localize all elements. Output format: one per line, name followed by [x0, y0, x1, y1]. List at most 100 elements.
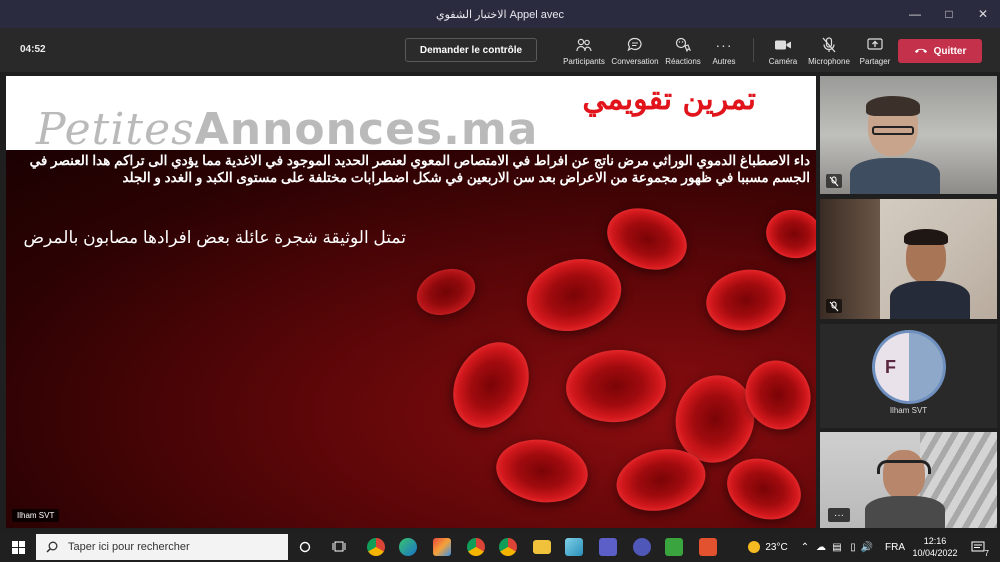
participant-video [850, 96, 940, 194]
notification-icon [971, 541, 985, 551]
cortana-button[interactable] [294, 532, 316, 562]
tray-chevron-icon[interactable]: ⌃ [798, 532, 812, 562]
presenter-name: Ilham SVT [12, 509, 60, 522]
blood-cell [438, 328, 544, 442]
muted-mic-icon [826, 174, 842, 188]
blood-cell [598, 197, 696, 281]
conversation-label: Conversation [611, 57, 659, 66]
powerpoint-icon [633, 538, 651, 556]
clock-date: 10/04/2022 [912, 548, 958, 558]
blood-cell [762, 205, 816, 263]
notifications-button[interactable]: 7 [966, 532, 990, 562]
slide-paragraph: داء الاصطباغ الدموي الوراثي مرض ناتج عن … [29, 153, 810, 185]
blood-cell [492, 433, 592, 509]
camtasia-icon [665, 538, 683, 556]
participant-video-tile[interactable] [820, 199, 997, 319]
camera-icon [774, 36, 792, 53]
more-actions-button[interactable]: ··· Autres [697, 36, 751, 67]
maximize-icon[interactable]: □ [932, 0, 966, 28]
call-timer: 04:52 [20, 44, 46, 55]
volume-icon[interactable]: 🔊 [860, 532, 874, 562]
notes-app[interactable] [562, 532, 586, 562]
participant-name: Ilham SVT [889, 406, 928, 415]
windows-start-button[interactable] [4, 532, 32, 562]
slide-document-caption: تمتل الوثيقة شجرة عائلة بعض افرادها مصاب… [23, 228, 407, 247]
quit-label: Quitter [933, 45, 967, 57]
request-control-button[interactable]: Demander le contrôle [405, 38, 537, 62]
participant-video-tile[interactable]: ··· [820, 432, 997, 528]
blood-cell [563, 345, 669, 427]
task-view-button[interactable] [328, 532, 350, 562]
cloud-icon[interactable]: ☁ [814, 532, 828, 562]
search-icon [46, 541, 58, 553]
quit-call-button[interactable]: Quitter [898, 39, 982, 63]
notification-count: 7 [984, 549, 989, 558]
chrome-icon [499, 538, 517, 556]
camtasia-app[interactable] [662, 532, 686, 562]
blood-cell [701, 263, 791, 337]
search-input[interactable] [68, 541, 268, 553]
chrome-icon [367, 538, 385, 556]
paint-app[interactable] [430, 532, 454, 562]
mic-off-icon [822, 36, 836, 53]
blood-cell [518, 248, 630, 342]
more-label: Autres [712, 57, 736, 66]
meeting-toolbar: 04:52 Demander le contrôle Participants … [0, 28, 1000, 72]
close-icon[interactable]: ✕ [966, 0, 1000, 28]
avatar-initial: F [875, 333, 943, 401]
chrome-profile-app[interactable] [464, 532, 488, 562]
muted-mic-icon [826, 299, 842, 313]
powerpoint-app[interactable] [630, 532, 654, 562]
more-icon: ··· [715, 36, 733, 53]
share-button[interactable]: Partager [848, 36, 902, 66]
reactions-label: Réactions [665, 57, 701, 66]
folder-icon [533, 540, 551, 554]
paint-icon [433, 538, 451, 556]
chrome-app[interactable] [364, 532, 388, 562]
recorder-app[interactable] [696, 532, 720, 562]
taskbar-clock[interactable]: 12:16 10/04/2022 [906, 535, 964, 559]
windows-taskbar: 23°C ⌃ ☁ ▤ ▯ 🔊 FRA 12:16 10/04/2022 7 [0, 532, 1000, 562]
temperature: 23°C [765, 541, 788, 553]
participants-label: Participants [563, 57, 605, 66]
taskbar-search[interactable] [36, 534, 288, 560]
participants-button[interactable]: Participants [557, 36, 611, 66]
recorder-icon [699, 538, 717, 556]
weather-widget[interactable]: 23°C [740, 532, 796, 562]
file-explorer-app[interactable] [530, 532, 554, 562]
task-view-icon [332, 541, 346, 552]
shared-screen: PetitesAnnonces.ma تمرين تقويمي داء الاص… [6, 76, 816, 528]
participant-video-tile[interactable] [820, 76, 997, 194]
toolbar-divider [753, 38, 754, 62]
blood-cell [410, 261, 482, 323]
edge-app[interactable] [396, 532, 420, 562]
window-titlebar: الاختبار الشفوي Appel avec — □ ✕ [0, 0, 1000, 28]
minimize-icon[interactable]: — [898, 0, 932, 28]
share-icon [867, 36, 883, 53]
network-icon[interactable]: ▤ [830, 532, 844, 562]
chat-icon [627, 36, 643, 53]
window-title: الاختبار الشفوي Appel avec [435, 8, 565, 21]
hangup-icon [914, 46, 928, 57]
slide-title: تمرين تقويمي [582, 82, 756, 117]
reactions-icon [675, 36, 691, 53]
chrome-profile-2-app[interactable] [496, 532, 520, 562]
chrome-icon [467, 538, 485, 556]
blood-cell [717, 447, 811, 528]
teams-app[interactable] [596, 532, 620, 562]
watermark: PetitesAnnonces.ma [36, 104, 539, 155]
conversation-button[interactable]: Conversation [608, 36, 662, 66]
window-controls: — □ ✕ [898, 0, 1000, 28]
battery-icon[interactable]: ▯ [846, 532, 860, 562]
participant-more-button[interactable]: ··· [828, 508, 850, 522]
share-label: Partager [859, 57, 891, 66]
language-indicator[interactable]: FRA [884, 532, 906, 562]
avatar: F [872, 330, 946, 404]
notes-icon [565, 538, 583, 556]
edge-icon [399, 538, 417, 556]
teams-icon [599, 538, 617, 556]
cortana-icon [299, 541, 311, 553]
sun-icon [748, 541, 761, 553]
clock-time: 12:16 [923, 536, 947, 546]
participant-avatar-tile[interactable]: F Ilham SVT [820, 324, 997, 428]
